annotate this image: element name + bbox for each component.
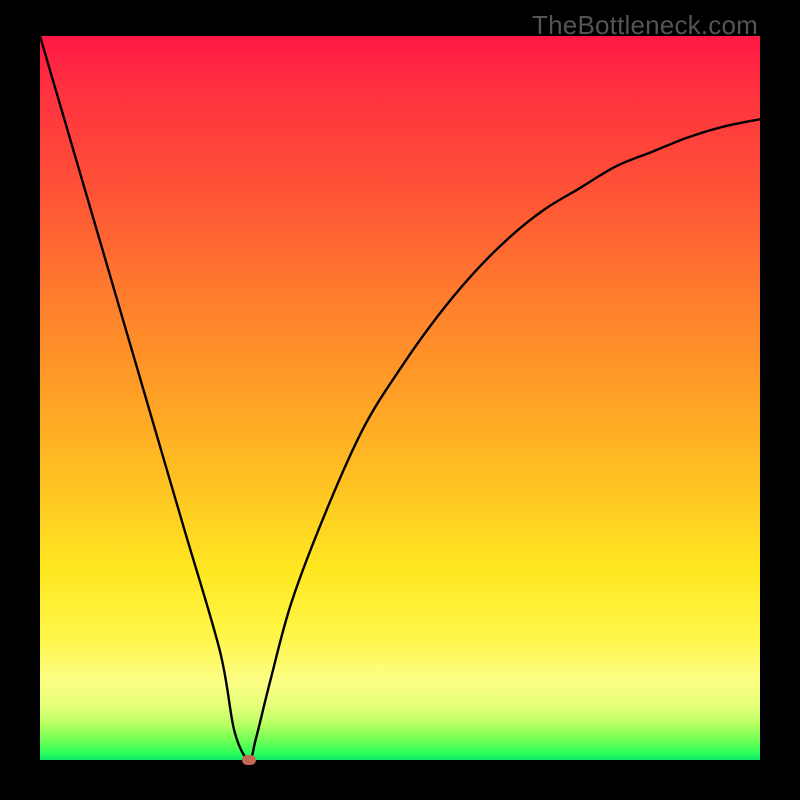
curve-svg xyxy=(40,36,760,760)
bottleneck-curve-path xyxy=(40,36,760,760)
chart-frame: TheBottleneck.com xyxy=(0,0,800,800)
plot-area xyxy=(40,36,760,760)
optimum-marker xyxy=(242,755,256,765)
